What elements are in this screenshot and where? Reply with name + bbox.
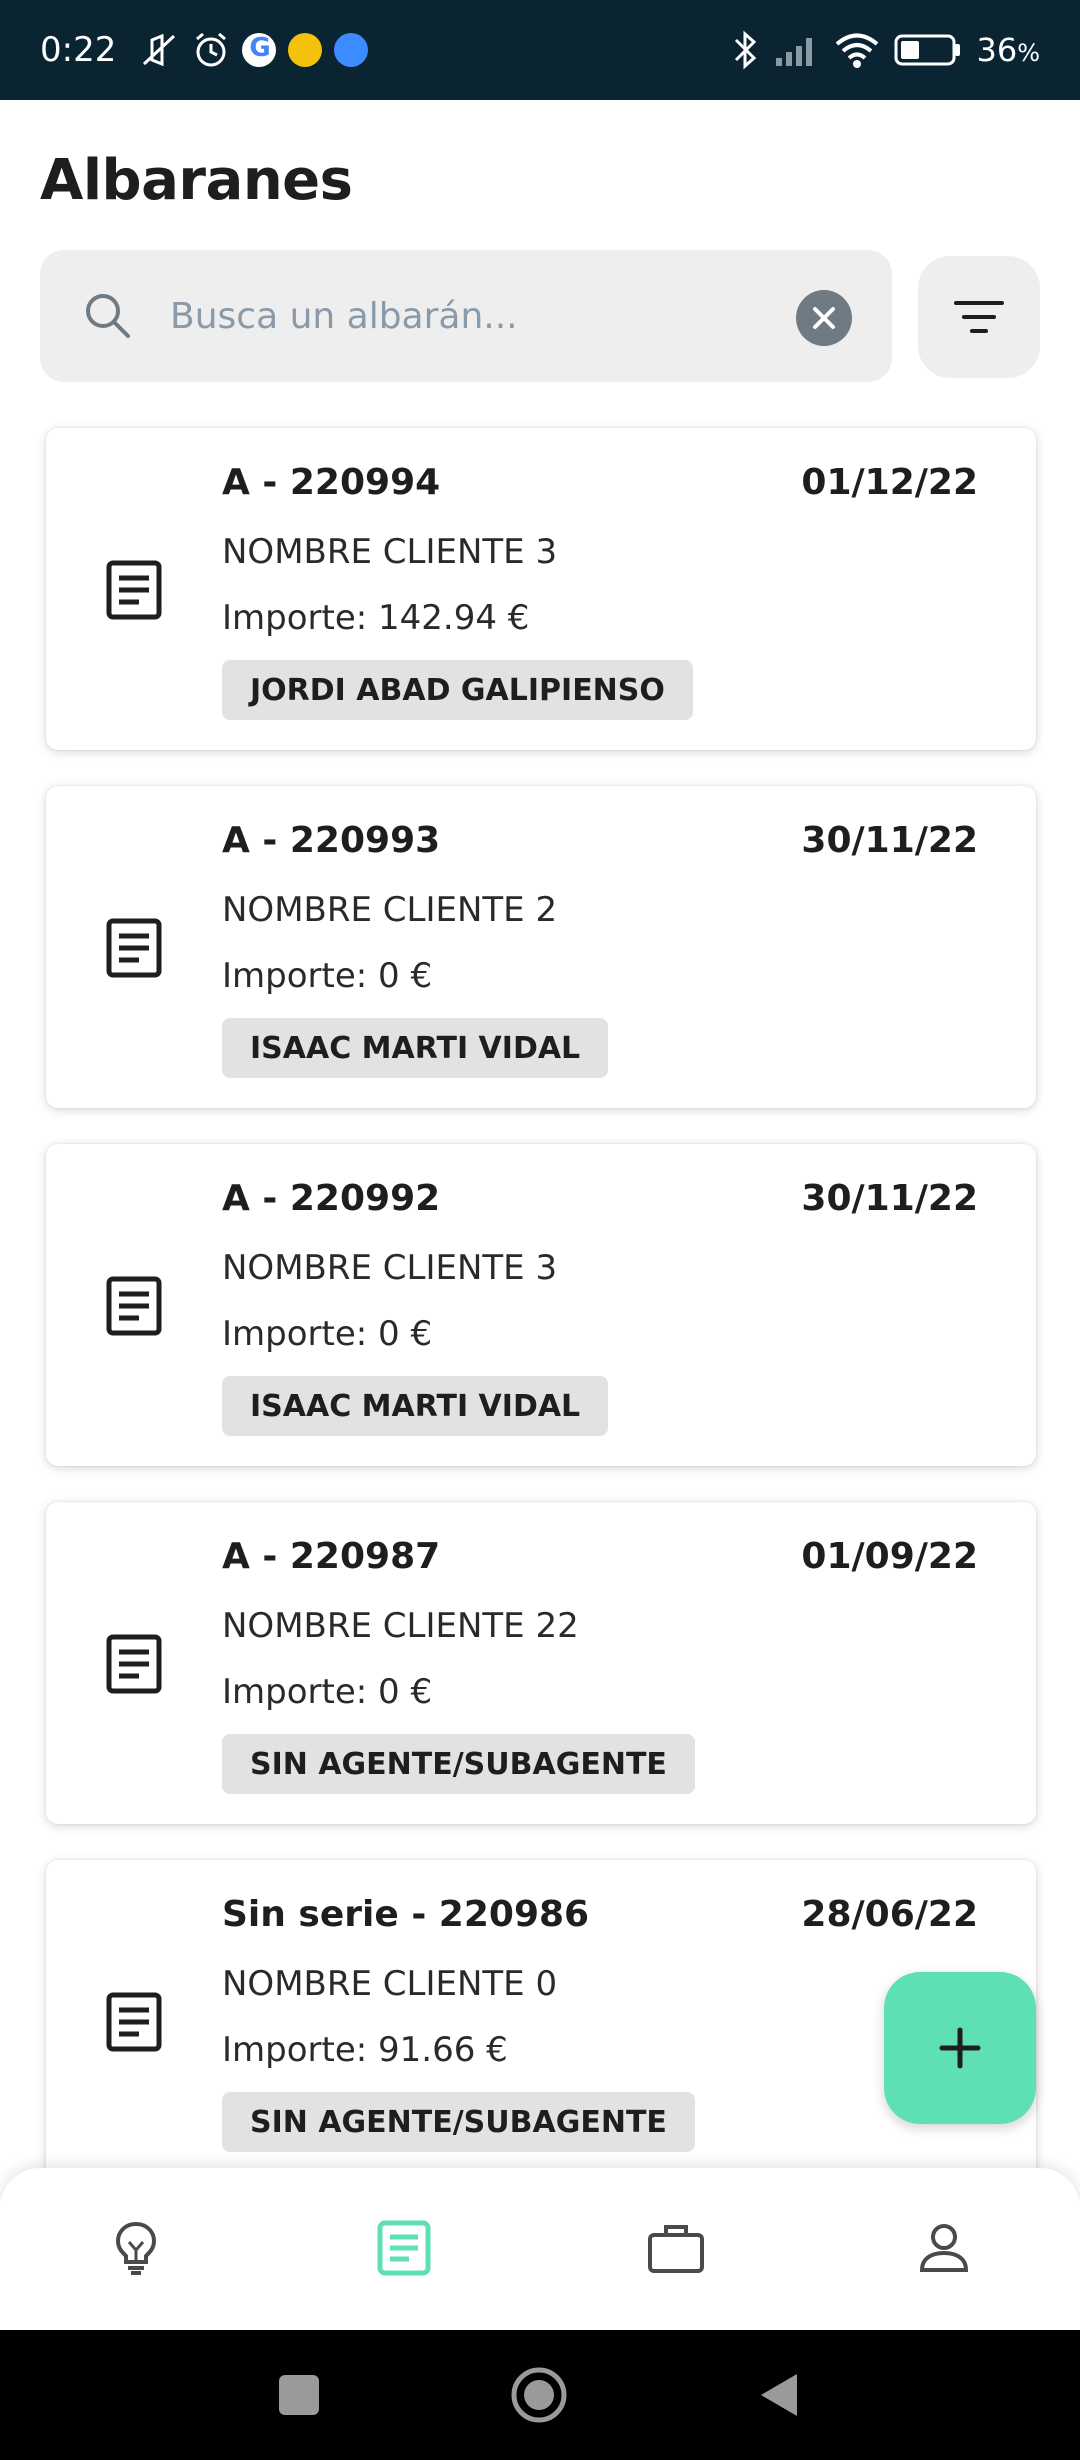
albaran-number: Sin serie - 220986 [222,1894,590,1935]
albaran-client: NOMBRE CLIENTE 3 [222,1248,558,1288]
system-navigation-bar [0,2330,1080,2460]
agent-badge: ISAAC MARTI VIDAL [222,1018,609,1078]
albaran-amount: Importe: 0 € [222,1672,433,1712]
nav-item-albaranes[interactable] [364,2208,444,2288]
document-icon [106,1992,162,2052]
vpn-icon [334,33,369,67]
status-left: 0:22 G [40,30,369,70]
filter-icon [954,301,1004,333]
nav-item-ideas[interactable] [96,2208,176,2288]
bluetooth-icon [735,30,757,70]
albaran-card[interactable]: A - 220993 30/11/22 NOMBRE CLIENTE 2 Imp… [46,786,1036,1108]
albaran-client: NOMBRE CLIENTE 3 [222,532,558,572]
battery-percent: 36% [976,31,1040,69]
clear-search-button[interactable] [796,290,852,346]
albaran-client: NOMBRE CLIENTE 0 [222,1964,558,2004]
search-icon [86,294,130,338]
document-icon [106,1276,162,1336]
wifi-icon [836,33,879,68]
square-icon [279,2375,319,2415]
back-button[interactable] [744,2360,814,2430]
close-icon [813,307,835,329]
albaran-amount: Importe: 91.66 € [222,2030,508,2070]
albaran-card[interactable]: A - 220994 01/12/22 NOMBRE CLIENTE 3 Imp… [46,428,1036,750]
albaran-client: NOMBRE CLIENTE 22 [222,1606,579,1646]
search-input[interactable] [170,280,810,352]
mute-icon [143,33,176,67]
albaranes-screen: 0:22 G 36% Albaranes Busca un albarán...… [0,0,1080,2460]
triangle-back-icon [761,2374,797,2416]
albaran-amount: Importe: 0 € [222,956,433,996]
agent-badge: JORDI ABAD GALIPIENSO [222,660,693,720]
document-icon [106,1634,162,1694]
document-icon [106,560,162,620]
filter-button[interactable] [918,256,1040,378]
recents-button[interactable] [264,2360,334,2430]
albaran-amount: Importe: 0 € [222,1314,433,1354]
signal-icon [776,38,813,66]
albaran-date: 01/09/22 [801,1536,978,1577]
albaran-date: 28/06/22 [801,1894,978,1935]
add-albaran-button[interactable] [884,1972,1036,2124]
status-right: 36% [730,30,1040,70]
page-title: Albaranes [40,148,353,213]
albaran-card[interactable]: A - 220987 01/09/22 NOMBRE CLIENTE 22 Im… [46,1502,1036,1824]
google-icon: G [242,33,277,67]
albaran-number: A - 220987 [222,1536,441,1577]
albaran-number: A - 220992 [222,1178,441,1219]
document-icon [377,2220,431,2276]
briefcase-icon [648,2225,704,2273]
albaran-card[interactable]: A - 220992 30/11/22 NOMBRE CLIENTE 3 Imp… [46,1144,1036,1466]
albaran-date: 01/12/22 [801,462,978,503]
drive-icon [288,33,323,67]
nav-item-work[interactable] [636,2208,716,2288]
albaran-amount: Importe: 142.94 € [222,598,530,638]
search-bar[interactable] [40,250,892,382]
document-icon [106,918,162,978]
battery-icon [894,34,961,66]
agent-badge: SIN AGENTE/SUBAGENTE [222,1734,695,1794]
home-button[interactable] [504,2360,574,2430]
status-time: 0:22 [40,30,117,70]
circle-icon [511,2367,567,2423]
albaran-client: NOMBRE CLIENTE 2 [222,890,558,930]
lightbulb-icon [115,2221,157,2275]
albaran-date: 30/11/22 [801,820,978,861]
nav-item-profile[interactable] [904,2208,984,2288]
agent-badge: SIN AGENTE/SUBAGENTE [222,2092,695,2152]
user-icon [919,2224,969,2272]
albaran-date: 30/11/22 [801,1178,978,1219]
agent-badge: ISAAC MARTI VIDAL [222,1376,609,1436]
plus-icon [939,2027,981,2069]
status-bar: 0:22 G 36% [0,0,1080,100]
albaran-number: A - 220994 [222,462,441,503]
bottom-nav [0,2168,1080,2330]
albaran-number: A - 220993 [222,820,441,861]
albaranes-list: A - 220994 01/12/22 NOMBRE CLIENTE 3 Imp… [46,428,1036,2218]
alarm-icon [196,32,227,67]
